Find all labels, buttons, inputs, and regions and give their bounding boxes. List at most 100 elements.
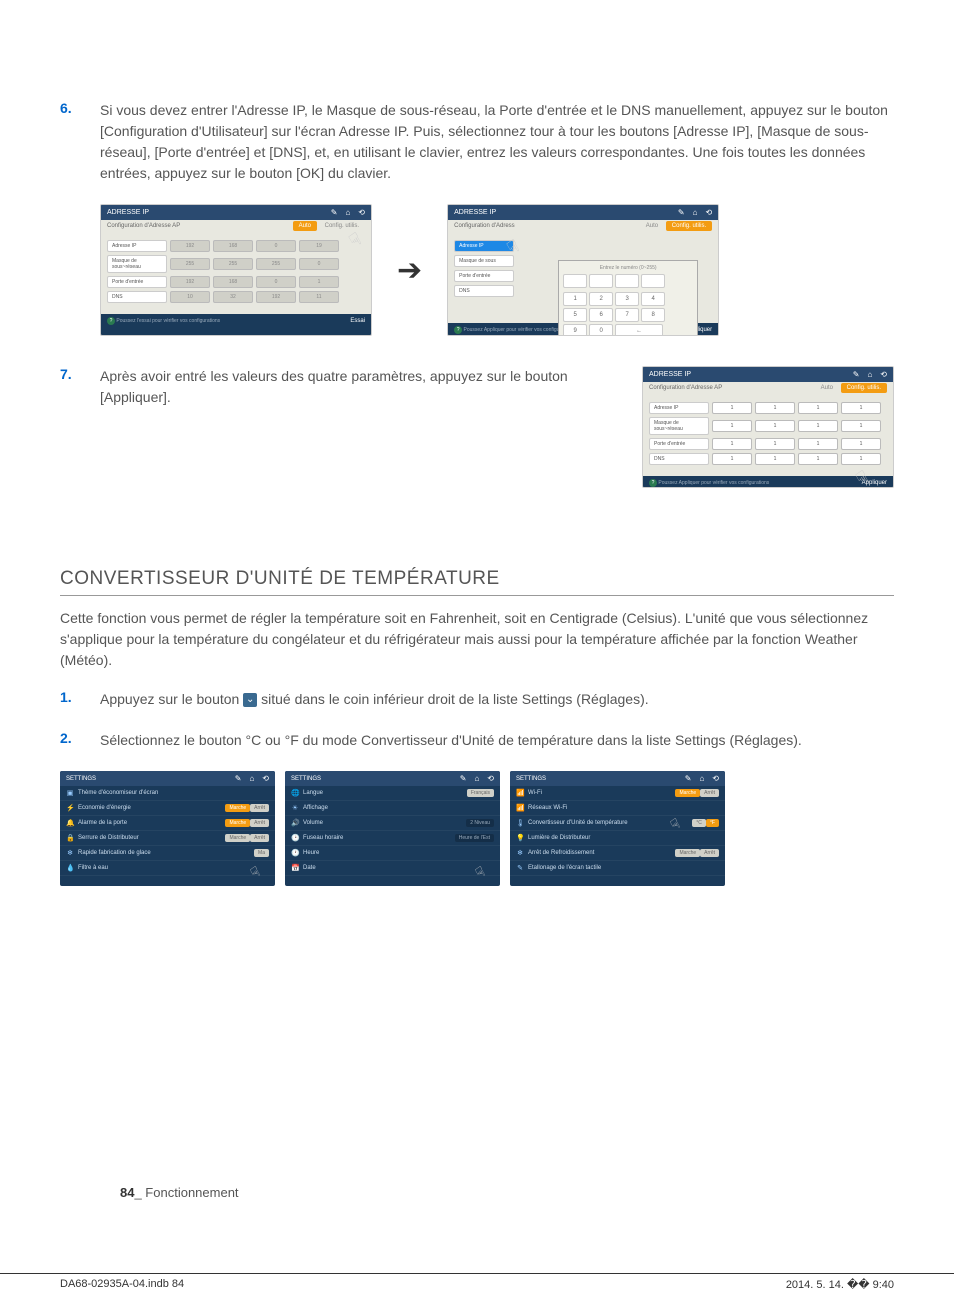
- settings-screens-row: SETTINGS ✎ ⌂ ⟲ ▣Thème d'économiseur d'éc…: [60, 771, 894, 886]
- home-icon[interactable]: ⌂: [345, 208, 350, 217]
- edit-icon[interactable]: ✎: [235, 774, 242, 783]
- down-arrow-button[interactable]: ⌄: [243, 693, 257, 707]
- print-footer: DA68-02935A-04.indb 84 2014. 5. 14. �� 9…: [0, 1273, 954, 1291]
- settings-title: SETTINGS: [291, 776, 321, 782]
- page-footer: 84_ Fonctionnement: [120, 1185, 239, 1200]
- wifi-networks-icon: 📶: [516, 804, 524, 812]
- calibration-icon: ✎: [516, 864, 524, 872]
- row-label[interactable]: Porte d'entrée: [107, 276, 167, 288]
- energy-icon: ⚡: [66, 804, 74, 812]
- step-6-text: Si vous devez entrer l'Adresse IP, le Ma…: [100, 100, 894, 184]
- back-icon[interactable]: ⟲: [487, 774, 494, 783]
- key-6[interactable]: 6: [589, 308, 613, 322]
- row-label[interactable]: DNS: [107, 291, 167, 303]
- edit-icon[interactable]: ✎: [685, 774, 692, 783]
- edit-icon[interactable]: ✎: [853, 370, 860, 379]
- temp-step-2: 2. Sélectionnez le bouton °C ou °F du mo…: [60, 730, 894, 751]
- ip-screen-apply: ADRESSE IP ✎ ⌂ ⟲ Configuration d'Adresse…: [642, 366, 894, 488]
- edit-icon[interactable]: ✎: [678, 208, 685, 217]
- temp-step-1: 1. Appuyez sur le bouton ⌄ situé dans le…: [60, 689, 894, 710]
- numeric-keypad: Entrez le numéro (0~255) 1 2 3 4: [558, 260, 698, 336]
- row-label[interactable]: DNS: [649, 453, 709, 465]
- date-icon: 📅: [291, 864, 299, 872]
- home-icon[interactable]: ⌂: [249, 774, 254, 783]
- row-label[interactable]: DNS: [454, 285, 514, 297]
- auto-button[interactable]: Auto: [815, 383, 839, 393]
- key-8[interactable]: 8: [641, 308, 665, 322]
- step-number: 2.: [60, 730, 100, 746]
- back-icon[interactable]: ⟲: [358, 208, 365, 217]
- screen-title-bar: ADRESSE IP ✎ ⌂ ⟲: [101, 205, 371, 220]
- edit-icon[interactable]: ✎: [460, 774, 467, 783]
- key-1[interactable]: 1: [563, 292, 587, 306]
- temp-icon: 🌡: [516, 819, 524, 827]
- step-6: 6. Si vous devez entrer l'Adresse IP, le…: [60, 100, 894, 184]
- ip-screen-keypad: ADRESSE IP ✎ ⌂ ⟲ Configuration d'Adress …: [447, 204, 719, 336]
- step-text: Sélectionnez le bouton °C ou °F du mode …: [100, 730, 894, 751]
- section-heading: CONVERTISSEUR D'UNITÉ DE TEMPÉRATURE: [60, 568, 894, 596]
- row-label[interactable]: Porte d'entrée: [649, 438, 709, 450]
- key-7[interactable]: 7: [615, 308, 639, 322]
- key-9[interactable]: 9: [563, 324, 587, 336]
- edit-icon[interactable]: ✎: [331, 208, 338, 217]
- screen-title: ADRESSE IP: [107, 209, 149, 216]
- key-0[interactable]: 0: [589, 324, 613, 336]
- row-label[interactable]: Adresse IP: [107, 240, 167, 252]
- config-label: Configuration d'Adresse AP: [649, 385, 722, 391]
- key-3[interactable]: 3: [615, 292, 639, 306]
- back-icon[interactable]: ⟲: [262, 774, 269, 783]
- filter-icon: 💧: [66, 864, 74, 872]
- help-icon[interactable]: ?: [454, 326, 462, 334]
- settings-screen-c: SETTINGS ✎ ⌂ ⟲ 📶Wi-FiMarcheArrêt 📶Réseau…: [510, 771, 725, 886]
- time-icon: 🕐: [291, 849, 299, 857]
- auto-button[interactable]: Auto: [640, 221, 664, 231]
- back-icon[interactable]: ⟲: [712, 774, 719, 783]
- light-icon: 💡: [516, 834, 524, 842]
- back-icon[interactable]: ⟲: [705, 208, 712, 217]
- lock-icon: 🔒: [66, 834, 74, 842]
- home-icon[interactable]: ⌂: [474, 774, 479, 783]
- config-button[interactable]: Config. utilis.: [841, 383, 887, 393]
- cooling-icon: ❄: [516, 849, 524, 857]
- print-timestamp: 2014. 5. 14. �� 9:40: [786, 1278, 894, 1291]
- key-backspace[interactable]: ←: [615, 324, 663, 336]
- help-icon[interactable]: ?: [107, 317, 115, 325]
- home-icon[interactable]: ⌂: [867, 370, 872, 379]
- ip-screen-left: ADRESSE IP ✎ ⌂ ⟲ Configuration d'Adresse…: [100, 204, 372, 336]
- section-para: Cette fonction vous permet de régler la …: [60, 608, 894, 671]
- arrow-icon: ➔: [397, 253, 422, 288]
- help-icon[interactable]: ?: [649, 479, 657, 487]
- row-label[interactable]: Masque de sous~réseau: [107, 255, 167, 273]
- keypad-title: Entrez le numéro (0~255): [563, 265, 693, 271]
- step-7-text: Après avoir entré les valeurs des quatre…: [100, 366, 612, 408]
- config-button[interactable]: Config. utilis.: [319, 221, 365, 231]
- key-5[interactable]: 5: [563, 308, 587, 322]
- step-7-number: 7.: [60, 366, 100, 382]
- settings-screen-b: SETTINGS ✎ ⌂ ⟲ 🌐LangueFrançais ☀Affichag…: [285, 771, 500, 886]
- step-6-number: 6.: [60, 100, 100, 116]
- config-label: Configuration d'Adresse AP: [107, 223, 180, 229]
- config-label: Configuration d'Adress: [454, 223, 515, 229]
- home-icon[interactable]: ⌂: [699, 774, 704, 783]
- step-6-screens: ADRESSE IP ✎ ⌂ ⟲ Configuration d'Adresse…: [100, 204, 894, 336]
- print-file: DA68-02935A-04.indb 84: [60, 1278, 184, 1291]
- step-text: Appuyez sur le bouton ⌄ situé dans le co…: [100, 689, 894, 710]
- step-number: 1.: [60, 689, 100, 705]
- back-icon[interactable]: ⟲: [880, 370, 887, 379]
- key-4[interactable]: 4: [641, 292, 665, 306]
- config-button[interactable]: Config. utilis.: [666, 221, 712, 231]
- row-label[interactable]: Porte d'entrée: [454, 270, 514, 282]
- row-label[interactable]: Adresse IP: [649, 402, 709, 414]
- essai-button[interactable]: Essai: [350, 318, 365, 324]
- ice-icon: ❄: [66, 849, 74, 857]
- home-icon[interactable]: ⌂: [693, 208, 698, 217]
- row-label[interactable]: Masque de sous: [454, 255, 514, 267]
- row-label[interactable]: Masque de sous~réseau: [649, 417, 709, 435]
- wifi-icon: 📶: [516, 789, 524, 797]
- settings-screen-a: SETTINGS ✎ ⌂ ⟲ ▣Thème d'économiseur d'éc…: [60, 771, 275, 886]
- settings-title: SETTINGS: [66, 776, 96, 782]
- auto-button[interactable]: Auto: [293, 221, 317, 231]
- key-2[interactable]: 2: [589, 292, 613, 306]
- step-7: 7. Après avoir entré les valeurs des qua…: [60, 366, 612, 408]
- language-icon: 🌐: [291, 789, 299, 797]
